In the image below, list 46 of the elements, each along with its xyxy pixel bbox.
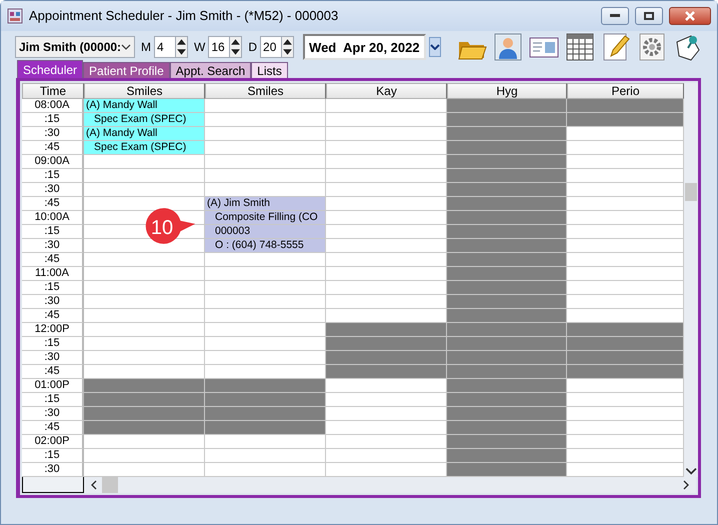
patient-dropdown[interactable]: Jim Smith (00000: <box>15 36 136 58</box>
appointment-cell[interactable]: 000003 <box>205 225 326 239</box>
column-header[interactable]: Smiles <box>205 83 326 99</box>
time-cell: :30 <box>22 295 84 309</box>
time-cell: :45 <box>22 197 84 211</box>
number-spinner[interactable]: 20 <box>260 36 294 58</box>
date-field[interactable]: Wed Apr 20, 2022 <box>303 34 426 60</box>
tab[interactable]: Patient Profile <box>83 62 170 78</box>
appointment-cell[interactable]: O : (604) 748-5555 <box>205 239 326 253</box>
time-cell: :30 <box>22 239 84 253</box>
time-cell: :30 <box>22 351 84 365</box>
number-spinner[interactable]: 16 <box>208 36 242 58</box>
column-header[interactable]: Kay <box>326 83 447 99</box>
appointment-cell[interactable]: Spec Exam (SPEC) <box>84 141 205 155</box>
spinner-label: W <box>194 39 206 56</box>
time-cell: 10:00A <box>22 211 84 225</box>
appointment-cell[interactable]: Composite Filling (CO <box>205 211 326 225</box>
column-header[interactable]: Perio <box>567 83 684 99</box>
column-header[interactable]: Smiles <box>84 83 205 99</box>
column-header[interactable]: Hyg <box>447 83 567 99</box>
spinner-label: D <box>248 39 258 56</box>
time-cell: :30 <box>22 183 84 197</box>
appointment-cell[interactable]: (A) Mandy Wall <box>84 99 205 113</box>
appointment-cell[interactable]: (A) Jim Smith <box>205 197 326 211</box>
time-cell: :15 <box>22 449 84 463</box>
time-cell: :15 <box>22 337 84 351</box>
spinner-label: M <box>141 39 152 56</box>
time-cell: :45 <box>22 365 84 379</box>
time-cell: 12:00P <box>22 323 84 337</box>
appointment-cell[interactable]: Spec Exam (SPEC) <box>84 113 205 127</box>
time-cell: 09:00A <box>22 155 84 169</box>
time-cell: :45 <box>22 253 84 267</box>
appointment-cell[interactable]: (A) Mandy Wall <box>84 127 205 141</box>
tab[interactable]: Lists <box>251 62 288 78</box>
time-cell: :15 <box>22 225 84 239</box>
tab[interactable]: Appt. Search <box>170 62 252 78</box>
callout-number: 10 <box>150 216 174 241</box>
number-spinner[interactable]: 4 <box>154 36 188 58</box>
window-title: Appointment Scheduler - Jim Smith - (*M52) - 000003 <box>29 7 340 26</box>
column-header[interactable]: Time <box>22 83 84 99</box>
time-cell: :45 <box>22 309 84 323</box>
time-cell: 11:00A <box>22 267 84 281</box>
time-cell: 02:00P <box>22 435 84 449</box>
time-cell: :15 <box>22 169 84 183</box>
time-cell: :15 <box>22 281 84 295</box>
tab[interactable]: Scheduler <box>17 60 84 78</box>
